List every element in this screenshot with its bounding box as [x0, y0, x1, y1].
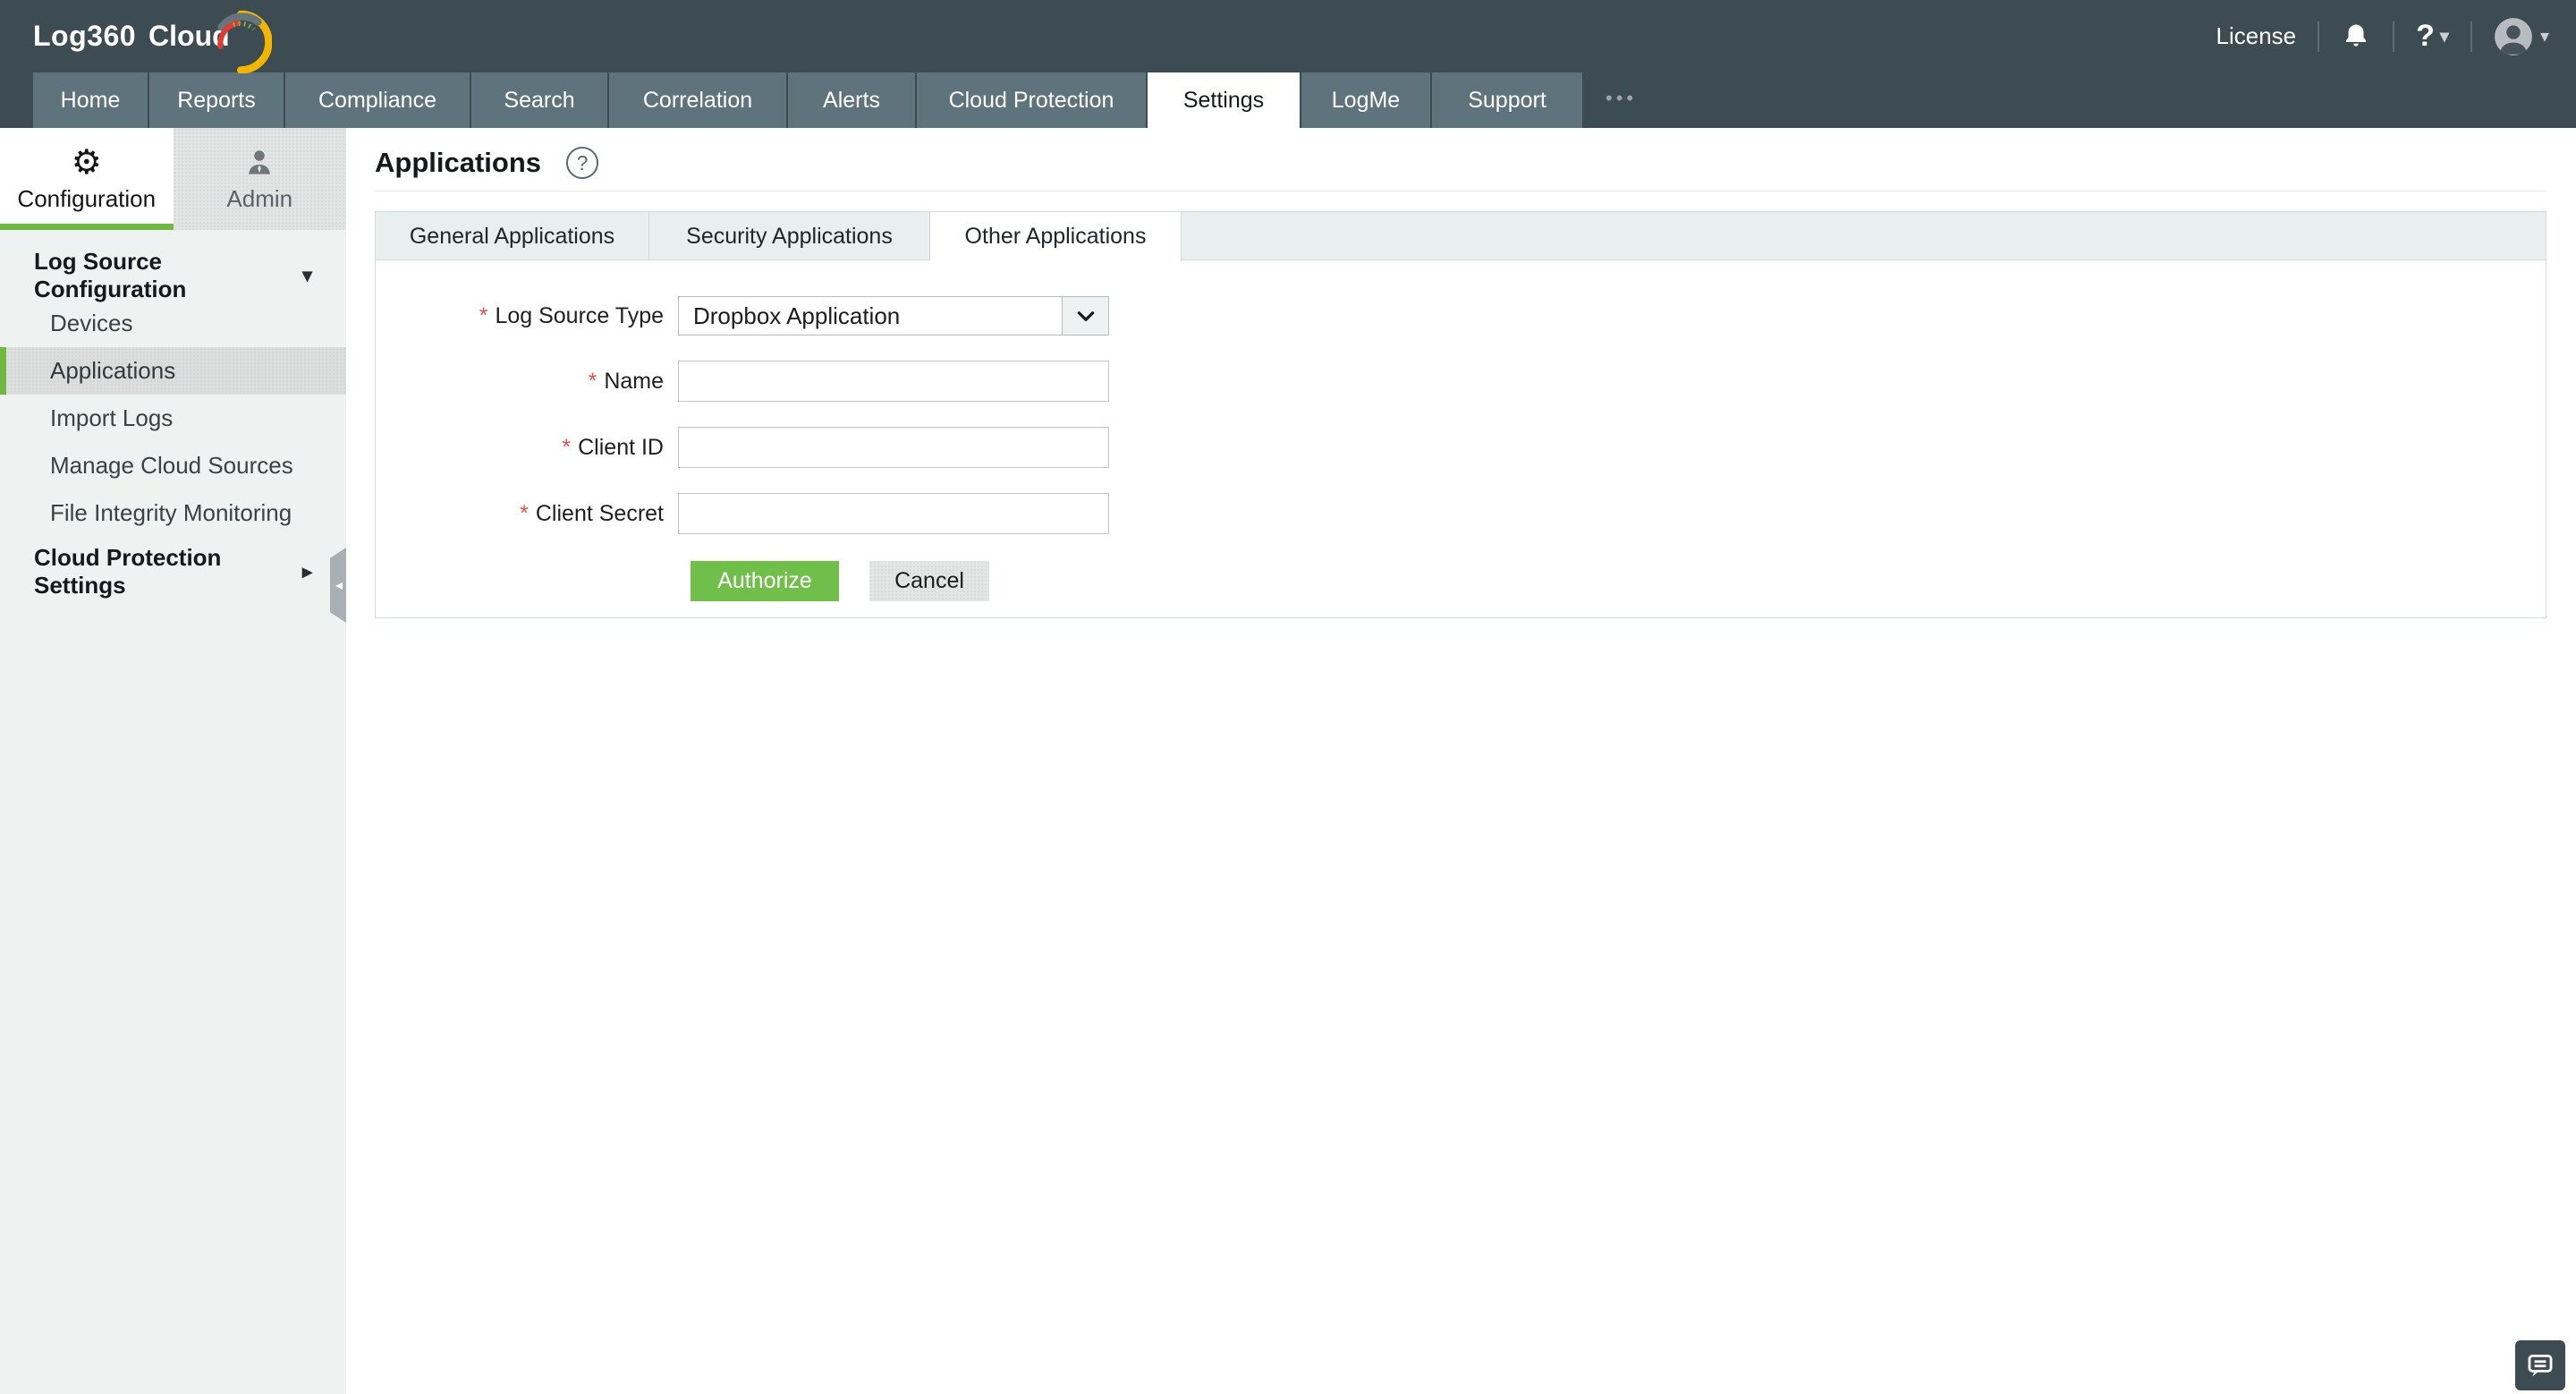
selected-log-source-type: Dropbox Application	[679, 302, 1062, 330]
name-input[interactable]	[678, 361, 1109, 402]
header-divider	[2470, 21, 2472, 52]
nav-item-support[interactable]: Support	[1432, 72, 1582, 128]
sidebar-tab-admin[interactable]: Admin	[174, 128, 347, 230]
logo-text: Log360	[33, 20, 136, 53]
header-actions: License ? ▾ ▾	[2216, 17, 2576, 56]
help-menu[interactable]: ? ▾	[2416, 19, 2449, 54]
other-applications-panel: *Log Source Type Dropbox Application *Na…	[375, 259, 2546, 618]
help-icon[interactable]: ?	[566, 147, 598, 179]
license-link[interactable]: License	[2216, 22, 2297, 50]
sidebar-tab-configuration[interactable]: ⚙ Configuration	[0, 128, 174, 230]
header-divider	[2393, 21, 2394, 52]
client-secret-input[interactable]	[678, 493, 1109, 534]
dropbox-application-form: *Log Source Type Dropbox Application *Na…	[376, 260, 2546, 601]
nav-item-search[interactable]: Search	[471, 72, 607, 128]
chevron-down-icon	[1074, 304, 1097, 327]
notification-bell-icon[interactable]	[2341, 21, 2371, 52]
nav-item-alerts[interactable]: Alerts	[788, 72, 915, 128]
client-id-input[interactable]	[678, 427, 1109, 468]
main-nav: Home Reports Compliance Search Correlati…	[0, 72, 2576, 128]
nav-item-cloud-protection[interactable]: Cloud Protection	[917, 72, 1146, 128]
tab-security-applications[interactable]: Security Applications	[649, 212, 930, 260]
header-divider	[2318, 21, 2319, 52]
log-source-type-select[interactable]: Dropbox Application	[678, 296, 1109, 336]
sidebar-item-devices[interactable]: Devices	[0, 300, 346, 347]
required-asterisk: *	[589, 369, 597, 394]
applications-tabstrip: General Applications Security Applicatio…	[375, 211, 2546, 259]
chevron-down-icon: ▾	[302, 264, 312, 287]
sidebar-tabs: ⚙ Configuration Admin	[0, 128, 346, 230]
main-content: Applications ? General Applications Secu…	[346, 128, 2576, 1394]
form-row-client-id: *Client ID	[376, 427, 2546, 468]
nav-overflow-ellipsis-icon[interactable]: •••	[1591, 72, 1651, 128]
required-asterisk: *	[562, 435, 571, 460]
section-label: Log Source Configuration	[34, 248, 302, 303]
form-row-name: *Name	[376, 361, 2546, 402]
sidebar-item-file-integrity-monitoring[interactable]: File Integrity Monitoring	[0, 489, 346, 537]
form-row-client-secret: *Client Secret	[376, 493, 2546, 534]
chat-bubble-icon	[2525, 1350, 2555, 1381]
feedback-chat-button[interactable]	[2515, 1340, 2565, 1390]
chevron-down-icon: ▾	[2540, 25, 2549, 47]
required-asterisk: *	[479, 303, 488, 328]
sidebar-section-cloud-protection-settings[interactable]: Cloud Protection Settings ▸	[0, 548, 346, 596]
help-icon: ?	[2416, 19, 2435, 54]
client-id-label: *Client ID	[376, 435, 664, 461]
nav-item-home[interactable]: Home	[33, 72, 148, 128]
tabstrip-filler	[1182, 212, 2546, 260]
sidebar-tab-label: Admin	[226, 185, 292, 213]
top-header: Log360 Cloud License ? ▾	[0, 0, 2576, 72]
title-row: Applications ?	[375, 142, 2576, 183]
sidebar-item-applications[interactable]: Applications	[0, 347, 346, 395]
avatar	[2494, 17, 2533, 56]
person-icon	[242, 146, 276, 180]
chevron-left-icon: ◂	[335, 576, 343, 594]
gear-icon: ⚙	[72, 146, 102, 180]
form-row-log-source-type: *Log Source Type Dropbox Application	[376, 296, 2546, 336]
nav-item-logme[interactable]: LogMe	[1301, 72, 1430, 128]
log-source-type-label: *Log Source Type	[376, 303, 664, 329]
sidebar-menu: Log Source Configuration ▾ Devices Appli…	[0, 230, 346, 596]
name-label: *Name	[376, 369, 664, 395]
sidebar: ⚙ Configuration Admin Log Source Configu…	[0, 128, 346, 1394]
logo-swirl-icon	[208, 9, 272, 73]
page-title: Applications	[375, 147, 541, 179]
sidebar-section-log-source-configuration[interactable]: Log Source Configuration ▾	[0, 251, 346, 300]
sidebar-item-manage-cloud-sources[interactable]: Manage Cloud Sources	[0, 442, 346, 489]
page-body: ⚙ Configuration Admin Log Source Configu…	[0, 128, 2576, 1394]
client-secret-label: *Client Secret	[376, 501, 664, 527]
chevron-right-icon: ▸	[302, 560, 312, 583]
sidebar-collapse-handle[interactable]: ◂	[330, 548, 346, 623]
sidebar-tab-label: Configuration	[17, 185, 156, 213]
tab-general-applications[interactable]: General Applications	[376, 212, 649, 260]
cancel-button[interactable]: Cancel	[869, 561, 989, 601]
authorize-button[interactable]: Authorize	[691, 561, 839, 601]
nav-item-settings[interactable]: Settings	[1148, 72, 1300, 128]
user-menu[interactable]: ▾	[2494, 17, 2549, 56]
nav-item-reports[interactable]: Reports	[149, 72, 284, 128]
form-buttons: Authorize Cancel	[691, 561, 2546, 601]
section-label: Cloud Protection Settings	[34, 544, 302, 599]
active-tab-underline	[0, 224, 174, 230]
sidebar-item-import-logs[interactable]: Import Logs	[0, 395, 346, 442]
tab-other-applications[interactable]: Other Applications	[930, 212, 1182, 261]
select-dropdown-button[interactable]	[1062, 297, 1108, 335]
chevron-down-icon: ▾	[2440, 25, 2449, 47]
required-asterisk: *	[520, 501, 529, 526]
nav-item-correlation[interactable]: Correlation	[609, 72, 786, 128]
nav-item-compliance[interactable]: Compliance	[285, 72, 470, 128]
app-logo: Log360 Cloud	[0, 20, 230, 53]
